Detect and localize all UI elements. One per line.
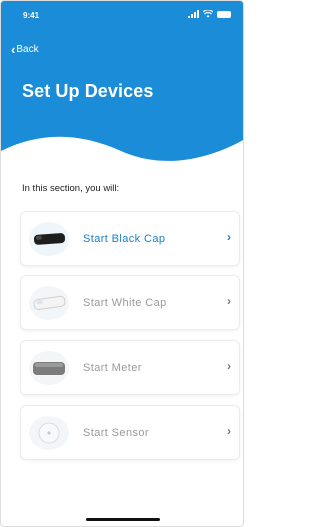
battery-icon — [217, 10, 231, 18]
status-icons — [188, 10, 231, 18]
step-start-sensor[interactable]: Start Sensor › — [20, 405, 240, 460]
sensor-thumbnail — [29, 416, 69, 450]
white-cap-icon — [33, 295, 66, 311]
step-label: Start Meter — [83, 362, 142, 374]
sensor-icon — [38, 422, 60, 444]
home-indicator — [86, 518, 160, 521]
phone-screen: 9:41 ‹ Back Set Up Devices In this secti… — [0, 0, 244, 527]
step-label: Start Black Cap — [83, 233, 166, 245]
signal-icon — [188, 10, 199, 18]
step-start-white-cap[interactable]: Start White Cap › — [20, 275, 240, 330]
chevron-right-icon: › — [227, 359, 231, 373]
chevron-right-icon: › — [227, 424, 231, 438]
meter-icon — [33, 362, 65, 375]
back-button[interactable]: ‹ Back — [11, 41, 39, 57]
wifi-icon — [203, 10, 213, 18]
step-label: Start White Cap — [83, 297, 167, 309]
step-start-black-cap[interactable]: Start Black Cap › — [20, 211, 240, 266]
black-cap-icon — [33, 233, 66, 245]
chevron-left-icon: ‹ — [11, 41, 16, 57]
meter-thumbnail — [29, 351, 69, 385]
step-label: Start Sensor — [83, 427, 149, 439]
step-start-meter[interactable]: Start Meter › — [20, 340, 240, 395]
section-intro: In this section, you will: — [22, 183, 120, 194]
status-time: 9:41 — [23, 11, 40, 20]
white-cap-thumbnail — [29, 286, 69, 320]
page-title: Set Up Devices — [22, 81, 154, 101]
chevron-right-icon: › — [227, 294, 231, 308]
header-banner: 9:41 ‹ Back Set Up Devices — [1, 1, 243, 171]
black-cap-thumbnail — [29, 222, 69, 256]
status-bar: 9:41 — [1, 1, 243, 27]
chevron-right-icon: › — [227, 230, 231, 244]
back-label: Back — [16, 44, 39, 55]
